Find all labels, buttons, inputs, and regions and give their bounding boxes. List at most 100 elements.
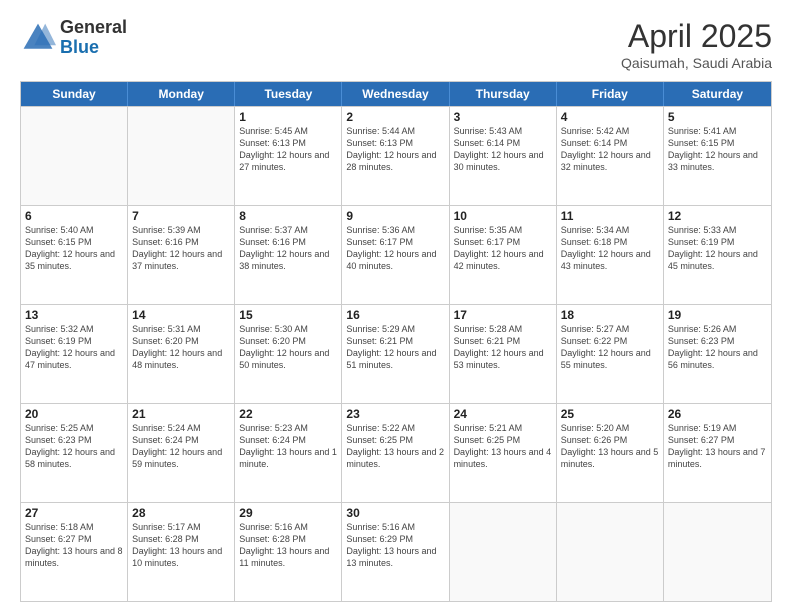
cell-info: Sunrise: 5:45 AM Sunset: 6:13 PM Dayligh…: [239, 125, 337, 174]
cell-info: Sunrise: 5:27 AM Sunset: 6:22 PM Dayligh…: [561, 323, 659, 372]
logo-blue-text: Blue: [60, 37, 99, 57]
day-number: 9: [346, 209, 444, 223]
day-number: 2: [346, 110, 444, 124]
calendar-cell: [664, 503, 771, 601]
cell-info: Sunrise: 5:28 AM Sunset: 6:21 PM Dayligh…: [454, 323, 552, 372]
logo-icon: [20, 20, 56, 56]
cell-info: Sunrise: 5:24 AM Sunset: 6:24 PM Dayligh…: [132, 422, 230, 471]
cell-info: Sunrise: 5:23 AM Sunset: 6:24 PM Dayligh…: [239, 422, 337, 471]
day-number: 28: [132, 506, 230, 520]
day-number: 29: [239, 506, 337, 520]
calendar-header: SundayMondayTuesdayWednesdayThursdayFrid…: [21, 82, 771, 106]
day-number: 5: [668, 110, 767, 124]
cell-info: Sunrise: 5:19 AM Sunset: 6:27 PM Dayligh…: [668, 422, 767, 471]
calendar-cell: 6Sunrise: 5:40 AM Sunset: 6:15 PM Daylig…: [21, 206, 128, 304]
day-header-thursday: Thursday: [450, 82, 557, 106]
cell-info: Sunrise: 5:44 AM Sunset: 6:13 PM Dayligh…: [346, 125, 444, 174]
cell-info: Sunrise: 5:39 AM Sunset: 6:16 PM Dayligh…: [132, 224, 230, 273]
cell-info: Sunrise: 5:41 AM Sunset: 6:15 PM Dayligh…: [668, 125, 767, 174]
calendar-cell: 21Sunrise: 5:24 AM Sunset: 6:24 PM Dayli…: [128, 404, 235, 502]
calendar-cell: 15Sunrise: 5:30 AM Sunset: 6:20 PM Dayli…: [235, 305, 342, 403]
cell-info: Sunrise: 5:20 AM Sunset: 6:26 PM Dayligh…: [561, 422, 659, 471]
day-header-monday: Monday: [128, 82, 235, 106]
calendar-cell: 24Sunrise: 5:21 AM Sunset: 6:25 PM Dayli…: [450, 404, 557, 502]
day-number: 13: [25, 308, 123, 322]
calendar-cell: 14Sunrise: 5:31 AM Sunset: 6:20 PM Dayli…: [128, 305, 235, 403]
day-number: 18: [561, 308, 659, 322]
logo-text: General Blue: [60, 18, 127, 58]
cell-info: Sunrise: 5:26 AM Sunset: 6:23 PM Dayligh…: [668, 323, 767, 372]
calendar-row-1: 1Sunrise: 5:45 AM Sunset: 6:13 PM Daylig…: [21, 106, 771, 205]
calendar-cell: 23Sunrise: 5:22 AM Sunset: 6:25 PM Dayli…: [342, 404, 449, 502]
calendar-cell: 3Sunrise: 5:43 AM Sunset: 6:14 PM Daylig…: [450, 107, 557, 205]
cell-info: Sunrise: 5:25 AM Sunset: 6:23 PM Dayligh…: [25, 422, 123, 471]
calendar-cell: 10Sunrise: 5:35 AM Sunset: 6:17 PM Dayli…: [450, 206, 557, 304]
calendar-row-3: 13Sunrise: 5:32 AM Sunset: 6:19 PM Dayli…: [21, 304, 771, 403]
cell-info: Sunrise: 5:17 AM Sunset: 6:28 PM Dayligh…: [132, 521, 230, 570]
calendar-cell: 12Sunrise: 5:33 AM Sunset: 6:19 PM Dayli…: [664, 206, 771, 304]
day-header-sunday: Sunday: [21, 82, 128, 106]
cell-info: Sunrise: 5:33 AM Sunset: 6:19 PM Dayligh…: [668, 224, 767, 273]
calendar-cell: 18Sunrise: 5:27 AM Sunset: 6:22 PM Dayli…: [557, 305, 664, 403]
cell-info: Sunrise: 5:36 AM Sunset: 6:17 PM Dayligh…: [346, 224, 444, 273]
cell-info: Sunrise: 5:16 AM Sunset: 6:28 PM Dayligh…: [239, 521, 337, 570]
cell-info: Sunrise: 5:35 AM Sunset: 6:17 PM Dayligh…: [454, 224, 552, 273]
day-number: 24: [454, 407, 552, 421]
calendar-cell: 27Sunrise: 5:18 AM Sunset: 6:27 PM Dayli…: [21, 503, 128, 601]
logo-general-text: General: [60, 17, 127, 37]
day-number: 16: [346, 308, 444, 322]
calendar-cell: 25Sunrise: 5:20 AM Sunset: 6:26 PM Dayli…: [557, 404, 664, 502]
day-number: 23: [346, 407, 444, 421]
calendar-row-4: 20Sunrise: 5:25 AM Sunset: 6:23 PM Dayli…: [21, 403, 771, 502]
cell-info: Sunrise: 5:22 AM Sunset: 6:25 PM Dayligh…: [346, 422, 444, 471]
calendar-row-5: 27Sunrise: 5:18 AM Sunset: 6:27 PM Dayli…: [21, 502, 771, 601]
calendar-cell: 2Sunrise: 5:44 AM Sunset: 6:13 PM Daylig…: [342, 107, 449, 205]
calendar-cell: [450, 503, 557, 601]
day-header-wednesday: Wednesday: [342, 82, 449, 106]
calendar-cell: [128, 107, 235, 205]
day-number: 14: [132, 308, 230, 322]
day-number: 30: [346, 506, 444, 520]
calendar-cell: 13Sunrise: 5:32 AM Sunset: 6:19 PM Dayli…: [21, 305, 128, 403]
day-number: 17: [454, 308, 552, 322]
page: General Blue April 2025 Qaisumah, Saudi …: [0, 0, 792, 612]
day-number: 19: [668, 308, 767, 322]
cell-info: Sunrise: 5:32 AM Sunset: 6:19 PM Dayligh…: [25, 323, 123, 372]
calendar-cell: 28Sunrise: 5:17 AM Sunset: 6:28 PM Dayli…: [128, 503, 235, 601]
day-number: 10: [454, 209, 552, 223]
cell-info: Sunrise: 5:43 AM Sunset: 6:14 PM Dayligh…: [454, 125, 552, 174]
cell-info: Sunrise: 5:37 AM Sunset: 6:16 PM Dayligh…: [239, 224, 337, 273]
day-header-tuesday: Tuesday: [235, 82, 342, 106]
calendar-cell: 17Sunrise: 5:28 AM Sunset: 6:21 PM Dayli…: [450, 305, 557, 403]
cell-info: Sunrise: 5:30 AM Sunset: 6:20 PM Dayligh…: [239, 323, 337, 372]
calendar-cell: [557, 503, 664, 601]
title-location: Qaisumah, Saudi Arabia: [621, 55, 772, 71]
cell-info: Sunrise: 5:40 AM Sunset: 6:15 PM Dayligh…: [25, 224, 123, 273]
day-number: 15: [239, 308, 337, 322]
title-month: April 2025: [621, 18, 772, 55]
calendar-cell: 26Sunrise: 5:19 AM Sunset: 6:27 PM Dayli…: [664, 404, 771, 502]
calendar-cell: [21, 107, 128, 205]
cell-info: Sunrise: 5:31 AM Sunset: 6:20 PM Dayligh…: [132, 323, 230, 372]
calendar-cell: 20Sunrise: 5:25 AM Sunset: 6:23 PM Dayli…: [21, 404, 128, 502]
day-number: 21: [132, 407, 230, 421]
day-number: 11: [561, 209, 659, 223]
cell-info: Sunrise: 5:29 AM Sunset: 6:21 PM Dayligh…: [346, 323, 444, 372]
calendar-cell: 4Sunrise: 5:42 AM Sunset: 6:14 PM Daylig…: [557, 107, 664, 205]
calendar-cell: 5Sunrise: 5:41 AM Sunset: 6:15 PM Daylig…: [664, 107, 771, 205]
calendar-row-2: 6Sunrise: 5:40 AM Sunset: 6:15 PM Daylig…: [21, 205, 771, 304]
day-number: 22: [239, 407, 337, 421]
calendar-cell: 1Sunrise: 5:45 AM Sunset: 6:13 PM Daylig…: [235, 107, 342, 205]
calendar-cell: 22Sunrise: 5:23 AM Sunset: 6:24 PM Dayli…: [235, 404, 342, 502]
cell-info: Sunrise: 5:34 AM Sunset: 6:18 PM Dayligh…: [561, 224, 659, 273]
calendar-cell: 7Sunrise: 5:39 AM Sunset: 6:16 PM Daylig…: [128, 206, 235, 304]
title-block: April 2025 Qaisumah, Saudi Arabia: [621, 18, 772, 71]
cell-info: Sunrise: 5:42 AM Sunset: 6:14 PM Dayligh…: [561, 125, 659, 174]
day-number: 6: [25, 209, 123, 223]
header: General Blue April 2025 Qaisumah, Saudi …: [20, 18, 772, 71]
calendar-cell: 19Sunrise: 5:26 AM Sunset: 6:23 PM Dayli…: [664, 305, 771, 403]
calendar-cell: 11Sunrise: 5:34 AM Sunset: 6:18 PM Dayli…: [557, 206, 664, 304]
day-number: 27: [25, 506, 123, 520]
day-number: 3: [454, 110, 552, 124]
day-number: 26: [668, 407, 767, 421]
